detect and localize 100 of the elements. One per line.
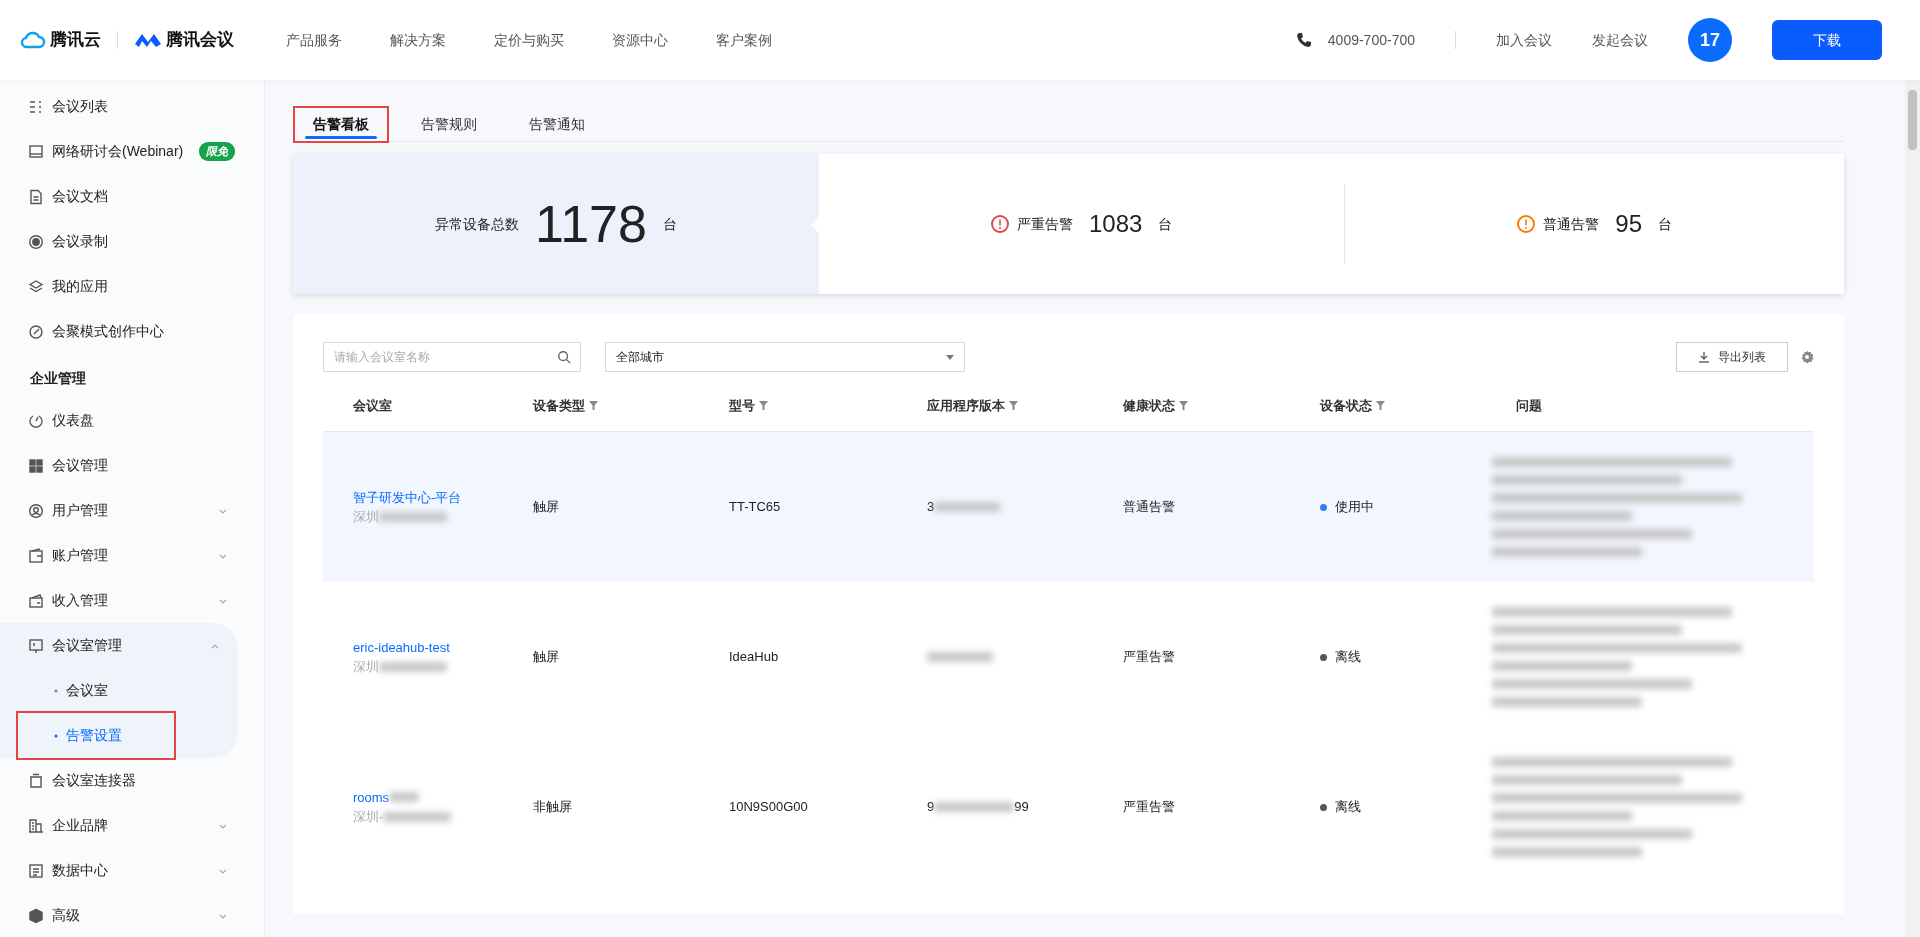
table-cell-text: 普通告警 (1123, 498, 1175, 517)
search-icon[interactable] (557, 350, 571, 364)
sidebar-item[interactable]: 用户管理 (0, 488, 264, 533)
connector-icon (28, 772, 44, 789)
monitor-icon (28, 143, 44, 160)
brand-name: 腾讯云 (50, 29, 101, 52)
column-header: 应用程序版本 (927, 396, 1005, 415)
screen-icon (28, 637, 44, 654)
status-label: 离线 (1335, 648, 1361, 667)
sidebar-item[interactable]: 收入管理 (0, 578, 264, 623)
caret-icon (946, 354, 954, 360)
column-header: 问题 (1516, 396, 1542, 415)
header-link[interactable]: 发起会议 (1592, 29, 1648, 51)
grid-icon (28, 457, 44, 474)
sidebar-item[interactable]: 仪表盘 (0, 398, 264, 443)
sidebar-item[interactable]: 企业品牌 (0, 803, 264, 848)
header-link[interactable]: 加入会议 (1496, 29, 1552, 51)
room-location: 深圳 (353, 508, 379, 526)
table-cell-text: 严重告警 (1123, 648, 1175, 667)
table-cell-text: 触屏 (533, 498, 559, 517)
table-cell-text: TT-TC65 (729, 498, 781, 517)
building-icon (28, 817, 44, 834)
table-cell-text: 10N9S00G00 (729, 798, 808, 817)
user-icon (28, 502, 44, 519)
nav-link[interactable]: 资源中心 (612, 29, 668, 51)
sidebar-item[interactable]: 会议列表 (0, 84, 264, 129)
blurred-text (383, 811, 452, 822)
cloud-logo-icon (20, 31, 46, 49)
room-location: 深圳- (353, 808, 384, 826)
sidebar-subitem[interactable]: 告警设置 (18, 713, 174, 758)
blurred-text (379, 661, 447, 672)
alert-level-label: 普通告警 (1543, 214, 1600, 234)
table-cell-text: 99 (1014, 798, 1029, 817)
tab[interactable]: 告警通知 (511, 108, 603, 141)
room-name-link[interactable]: eric-ideahub-test (353, 637, 450, 657)
sidebar-item[interactable]: 我的应用 (0, 264, 264, 309)
sidebar-item[interactable]: 会议室管理 (0, 623, 238, 668)
column-header: 设备状态 (1320, 396, 1372, 415)
sidebar-subitem[interactable]: 会议室 (18, 668, 174, 713)
phone-icon (1295, 32, 1312, 48)
table-cell-text: 触屏 (533, 648, 559, 667)
status-label: 离线 (1335, 798, 1361, 817)
status-label: 使用中 (1335, 498, 1374, 517)
bullet-icon (54, 733, 58, 738)
column-header: 会议室 (353, 396, 392, 415)
room-name-link[interactable]: 智子研发中心-平台 (353, 487, 462, 507)
settings-icon[interactable] (1800, 350, 1814, 364)
room-location: 深圳 (353, 658, 379, 676)
filter-icon[interactable] (1009, 401, 1018, 410)
search-field[interactable]: 请输入会议室名称 (323, 342, 581, 372)
nav-link[interactable]: 客户案例 (716, 29, 772, 51)
nav-link[interactable]: 解决方案 (390, 29, 446, 51)
free-tag: 限免 (199, 142, 236, 161)
filter-icon[interactable] (589, 401, 598, 410)
unit-label: 台 (1158, 214, 1173, 234)
filter-icon[interactable] (759, 401, 768, 410)
sidebar-item[interactable]: 会议文档 (0, 174, 264, 219)
layers-icon (28, 278, 44, 295)
filter-icon[interactable] (1376, 401, 1385, 410)
table-cell-text: 非触屏 (533, 798, 572, 817)
blurred-text (379, 511, 447, 522)
phone-number: 4009-700-700 (1327, 30, 1415, 50)
table-cell-text: 3 (927, 498, 935, 517)
document-icon (28, 862, 44, 879)
alert-count: 1083 (1088, 209, 1143, 239)
unit-label: 台 (1658, 214, 1672, 234)
sidebar-item[interactable]: 数据中心 (0, 848, 264, 893)
sidebar-item[interactable]: 会议室连接器 (0, 758, 264, 803)
unit-label: 台 (662, 214, 677, 234)
sidebar-item[interactable]: 会议录制 (0, 219, 264, 264)
wallet-icon (28, 547, 44, 564)
tab[interactable]: 告警规则 (403, 108, 495, 141)
sidebar-section-title: 企业管理 (29, 369, 87, 388)
sidebar-item[interactable]: 高级 (0, 893, 264, 937)
city-select[interactable]: 全部城市 (605, 342, 965, 372)
sidebar-item[interactable]: 会议管理 (0, 443, 264, 488)
nav-link[interactable]: 定价与购买 (494, 29, 564, 51)
brand-name: 腾讯会议 (166, 29, 234, 52)
user-avatar[interactable]: 17 (1688, 18, 1732, 62)
table-cell-text: 严重告警 (1123, 798, 1175, 817)
alert-count: 95 (1615, 209, 1642, 239)
room-name-link[interactable]: rooms (353, 787, 390, 807)
sidebar-item[interactable]: 账户管理 (0, 533, 264, 578)
tab[interactable]: 告警看板 (295, 108, 387, 141)
download-button[interactable]: 下载 (1772, 20, 1882, 60)
sidebar-item[interactable]: 网络研讨会(Webinar) 限免 (0, 129, 264, 174)
column-header: 型号 (729, 396, 755, 415)
nav-link[interactable]: 产品服务 (286, 29, 342, 51)
box-icon (28, 907, 44, 924)
column-header: 健康状态 (1123, 396, 1175, 415)
total-label: 异常设备总数 (435, 214, 520, 234)
sidebar-item[interactable]: 会聚模式创作中心 (0, 309, 264, 354)
filter-icon[interactable] (1179, 401, 1188, 410)
list-icon (28, 98, 44, 115)
record-icon (28, 233, 44, 250)
scrollbar-thumb[interactable] (1908, 90, 1917, 150)
scrollbar[interactable] (1905, 80, 1920, 937)
blurred-text (927, 652, 993, 662)
export-button[interactable]: 导出列表 (1676, 342, 1788, 372)
alert-level-label: 严重告警 (1016, 214, 1073, 234)
